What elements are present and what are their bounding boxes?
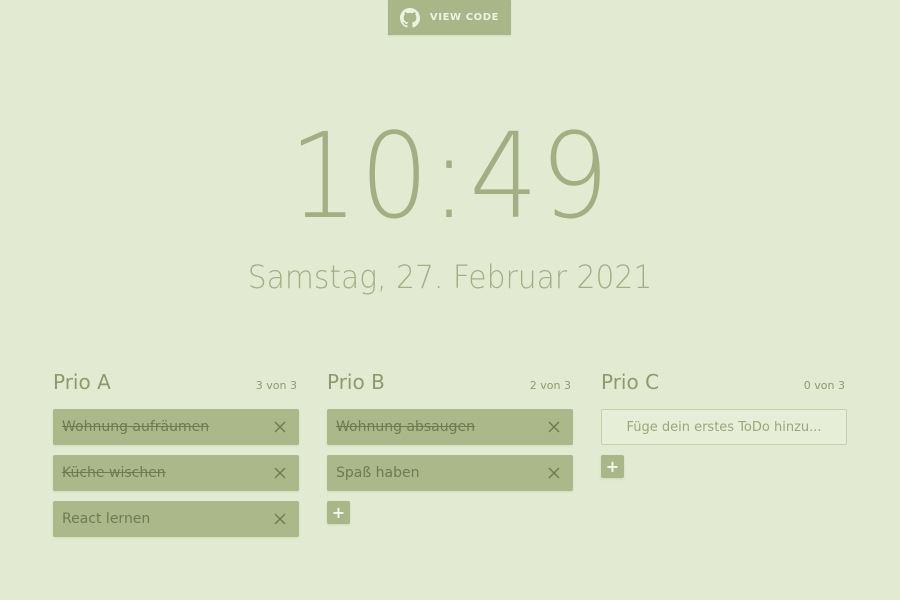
todo-text: Wohnung absaugen xyxy=(336,419,476,435)
todo-item[interactable]: Wohnung aufräumen xyxy=(53,409,299,445)
todo-columns: Prio A 3 von 3 Wohnung aufräumen Küche w… xyxy=(53,370,847,547)
column-prio-b: Prio B 2 von 3 Wohnung absaugen Spaß hab… xyxy=(327,370,573,547)
new-todo-input[interactable] xyxy=(601,409,847,445)
column-header: Prio A 3 von 3 xyxy=(53,370,299,406)
column-header: Prio C 0 von 3 xyxy=(601,370,847,406)
close-icon[interactable] xyxy=(273,420,287,434)
add-todo-button[interactable]: + xyxy=(601,455,624,478)
close-icon[interactable] xyxy=(273,512,287,526)
todo-text: Küche wischen xyxy=(62,465,166,481)
close-icon[interactable] xyxy=(547,420,561,434)
clock-time: 10:49 xyxy=(288,107,612,245)
view-code-button[interactable]: VIEW CODE xyxy=(388,0,511,35)
column-prio-c: Prio C 0 von 3 + xyxy=(601,370,847,547)
column-title: Prio B xyxy=(327,370,385,394)
view-code-label: VIEW CODE xyxy=(429,12,500,23)
column-count: 2 von 3 xyxy=(529,379,571,392)
column-prio-a: Prio A 3 von 3 Wohnung aufräumen Küche w… xyxy=(53,370,299,547)
column-count: 3 von 3 xyxy=(255,379,297,392)
todo-text: React lernen xyxy=(62,511,151,527)
column-count: 0 von 3 xyxy=(803,379,845,392)
todo-item[interactable]: React lernen xyxy=(53,501,299,537)
todo-item[interactable]: Wohnung absaugen xyxy=(327,409,573,445)
column-title: Prio A xyxy=(53,370,111,394)
column-header: Prio B 2 von 3 xyxy=(327,370,573,406)
add-todo-button[interactable]: + xyxy=(327,501,350,524)
todo-item[interactable]: Spaß haben xyxy=(327,455,573,491)
todo-text: Spaß haben xyxy=(336,465,420,481)
close-icon[interactable] xyxy=(273,466,287,480)
todo-item[interactable]: Küche wischen xyxy=(53,455,299,491)
github-icon xyxy=(399,7,420,28)
close-icon[interactable] xyxy=(547,466,561,480)
clock-date: Samstag, 27. Februar 2021 xyxy=(247,258,653,296)
column-title: Prio C xyxy=(601,370,660,394)
todo-text: Wohnung aufräumen xyxy=(62,419,210,435)
